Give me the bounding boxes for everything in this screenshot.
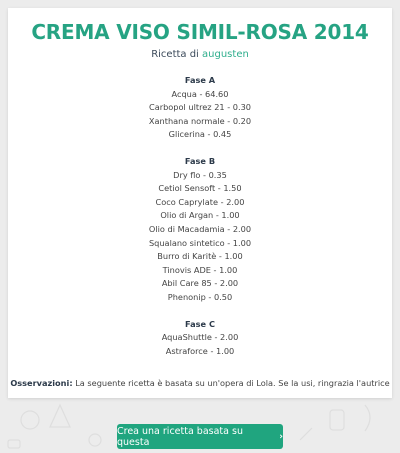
phase-title: Fase B — [184, 155, 216, 166]
phase-title: Fase C — [185, 318, 215, 329]
ingredient-item: Olio di Macadamia - 2.00 — [148, 223, 252, 234]
create-recipe-label: Crea una ricetta basata su questa — [117, 425, 243, 448]
ingredient-item: Carbopol ultrez 21 - 0.30 — [149, 102, 251, 113]
phase-block: Fase A Acqua - 64.60 Carbopol ultrez 21 - … — [8, 74, 392, 142]
phase-title: Fase A — [184, 75, 216, 85]
notes-text: La seguente ricetta è basata su un'opera… — [75, 378, 390, 388]
ingredient-item: Phenonip - 0.50 — [167, 291, 233, 302]
ingredient-item: Xanthana normale - 0.20 — [148, 115, 252, 126]
recipe-notes: Osservazioni: La seguente ricetta è basa… — [8, 378, 392, 388]
ingredient-item: AquaShuttle - 2.00 — [161, 332, 239, 343]
recipe-phases: Fase A Acqua - 64.60 Carbopol ultrez 21 - … — [8, 74, 392, 371]
ingredient-item: Dry flo - 0.35 — [173, 169, 227, 180]
notes-label: Osservazioni: — [10, 378, 73, 388]
ingredient-item: Acqua - 64.60 — [171, 88, 229, 99]
chevron-right-icon: › — [279, 431, 283, 442]
recipe-card: CREMA VISO SIMIL-ROSA 2014 Ricetta di au… — [8, 8, 392, 398]
recipe-title: CREMA VISO SIMIL-ROSA 2014 — [31, 20, 369, 44]
ingredient-item: Cetiol Sensoft - 1.50 — [158, 183, 242, 194]
ingredient-item: Burro di Karitè - 1.00 — [157, 251, 243, 262]
ingredient-item: Abil Care 85 - 2.00 — [161, 278, 239, 289]
ingredient-item: Glicerina - 0.45 — [168, 129, 232, 140]
recipe-byline: Ricetta di augusten — [8, 49, 392, 60]
author-link[interactable]: augusten — [202, 49, 249, 60]
ingredient-item: Olio di Argan - 1.00 — [160, 210, 240, 221]
phase-block: Fase B Dry flo - 0.35 Cetiol Sensoft - 1.5… — [8, 155, 392, 305]
ingredient-item: Tinovis ADE - 1.00 — [162, 264, 238, 275]
ingredient-item: Squalano sintetico - 1.00 — [148, 237, 252, 248]
ingredient-item: Coco Caprylate - 2.00 — [155, 196, 245, 207]
ingredient-item: Astraforce - 1.00 — [165, 345, 235, 356]
byline-prefix: Ricetta di — [151, 49, 199, 60]
create-recipe-button[interactable]: Crea una ricetta basata su questa › — [117, 424, 283, 449]
phase-block: Fase C AquaShuttle - 2.00 Astraforce - 1.0… — [8, 318, 392, 359]
